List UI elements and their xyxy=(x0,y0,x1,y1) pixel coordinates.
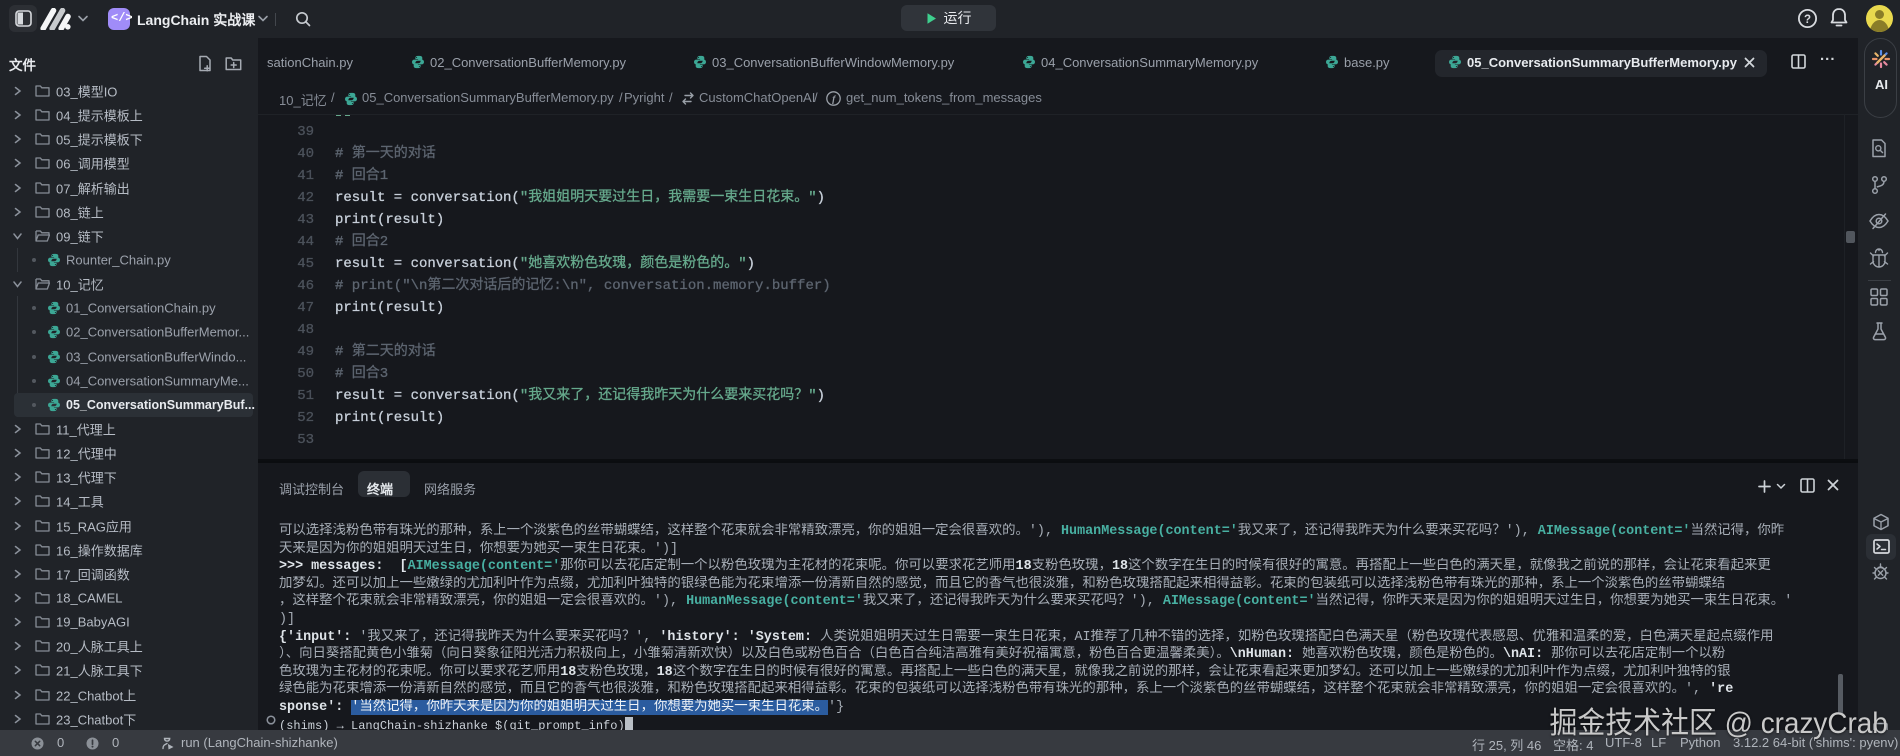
svg-text:f: f xyxy=(832,95,836,105)
svg-text:?: ? xyxy=(1804,14,1811,26)
